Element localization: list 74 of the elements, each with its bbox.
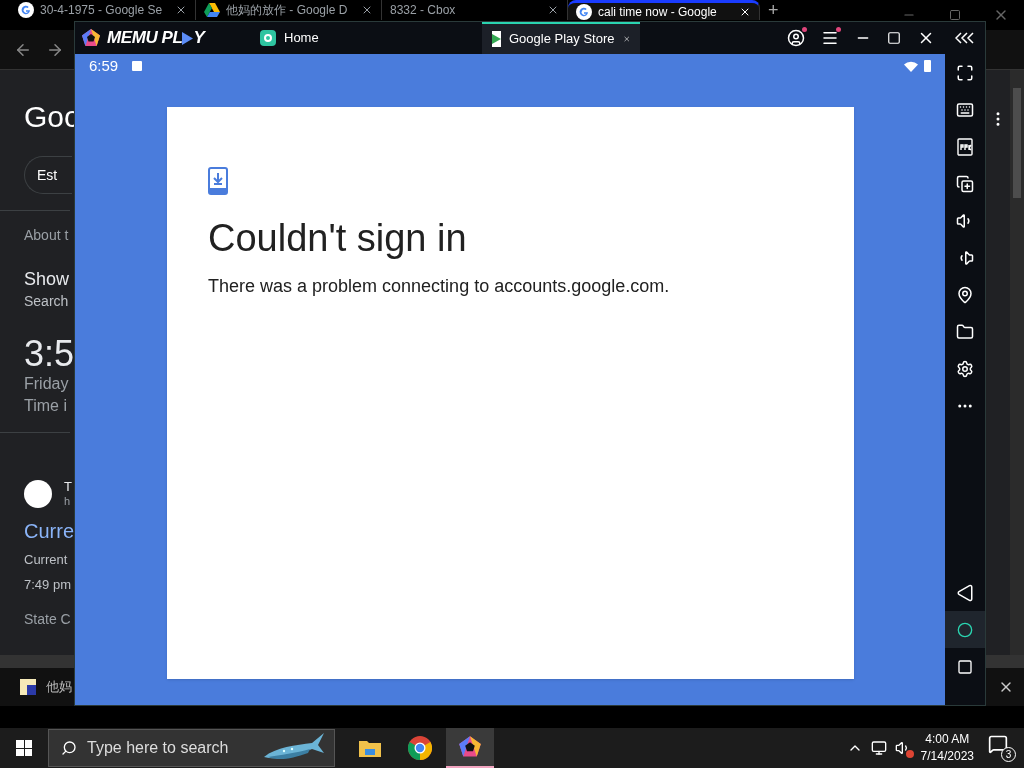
date-text: Time i	[24, 395, 67, 416]
result-link[interactable]: Curre	[24, 518, 74, 544]
tab-label: Home	[284, 29, 320, 48]
text-label: About t	[24, 226, 69, 245]
site-avatar	[24, 479, 52, 508]
tab-title: 他妈的放作 - Google D	[226, 2, 349, 19]
wifi-icon	[904, 60, 918, 72]
clock-time: 3:5	[24, 335, 75, 372]
clock-date[interactable]: 7/14/2023	[920, 748, 974, 765]
close-icon[interactable]	[175, 4, 187, 16]
play-store-icon	[492, 31, 501, 47]
download-name[interactable]: 他妈	[46, 677, 72, 697]
keyboard-icon[interactable]	[956, 100, 974, 119]
date-text: Friday	[24, 373, 69, 394]
tab-label: Google Play Store	[509, 30, 615, 49]
file-icon	[20, 679, 36, 695]
recents-icon	[957, 658, 973, 675]
pentagon-logo-icon	[458, 735, 482, 759]
taskbar-app[interactable]	[446, 728, 494, 768]
brand-logo-text: MEMU PL	[107, 27, 183, 50]
brand-logo-text: Y	[193, 27, 205, 50]
triangle-logo-icon	[204, 3, 220, 17]
site-url: h	[64, 494, 72, 509]
maximize-icon[interactable]	[887, 31, 901, 45]
result-text: 7:49 pm	[24, 576, 71, 594]
play-icon	[182, 31, 194, 45]
search-icon	[61, 740, 77, 756]
home-icon	[957, 621, 973, 638]
browser-tab[interactable]: 他妈的放作 - Google D	[196, 0, 382, 20]
volume-muted-icon[interactable]	[894, 740, 911, 756]
phone-download-icon	[208, 167, 228, 195]
section-heading: Show	[24, 268, 70, 291]
google-logo-icon	[18, 2, 34, 18]
emulator-tab[interactable]: Home	[250, 22, 482, 54]
fullscreen-icon[interactable]	[956, 63, 974, 82]
apk-icon[interactable]	[956, 137, 974, 156]
folder-icon[interactable]	[956, 322, 974, 341]
restore-icon[interactable]	[949, 9, 961, 21]
add-window-icon[interactable]	[956, 174, 974, 193]
back-icon	[956, 583, 974, 602]
close-icon[interactable]	[361, 4, 373, 16]
google-logo-icon	[576, 3, 592, 20]
browser-tab[interactable]: 30-4-1975 - Google Se	[10, 0, 196, 20]
chrome-icon	[408, 736, 432, 760]
pentagon-logo-icon	[81, 28, 101, 48]
site-name: T	[64, 478, 72, 495]
nav-button[interactable]	[945, 611, 985, 648]
close-icon[interactable]	[547, 4, 559, 16]
menu-icon[interactable]	[821, 29, 839, 47]
settings-icon[interactable]	[956, 359, 974, 378]
section-subtitle: Search	[24, 291, 69, 311]
dialog-message: There was a problem connecting to accounts.google.com.	[208, 274, 671, 298]
text-label: State C	[24, 609, 71, 629]
windows-start-icon[interactable]	[16, 740, 32, 756]
folder-icon	[359, 739, 381, 757]
new-tab-button[interactable]: +	[768, 1, 779, 19]
location-pin-icon[interactable]	[956, 285, 974, 304]
notifications-button[interactable]: 3	[988, 734, 1016, 762]
search-field[interactable]: Type here to search	[48, 729, 335, 767]
tab-title: 30-4-1975 - Google Se	[40, 2, 164, 19]
home-app-icon	[260, 30, 276, 46]
network-icon[interactable]	[870, 740, 887, 756]
emulator-tab[interactable]: Google Play Store	[482, 22, 640, 54]
clock-time[interactable]: 4:00 AM	[925, 731, 970, 748]
result-text: Current	[24, 550, 68, 569]
collapse-icon[interactable]	[955, 32, 975, 44]
scrollbar[interactable]	[1010, 70, 1024, 655]
account-icon[interactable]	[787, 29, 805, 47]
battery-icon	[924, 60, 931, 72]
browser-tab[interactable]: cali time now - Google	[568, 0, 760, 20]
dialog-title: Couldn't sign in	[208, 216, 468, 261]
status-time: 6:59	[89, 55, 119, 76]
tab-title: cali time now - Google	[598, 3, 718, 21]
tab-title: 8332 - Cbox	[390, 2, 457, 19]
